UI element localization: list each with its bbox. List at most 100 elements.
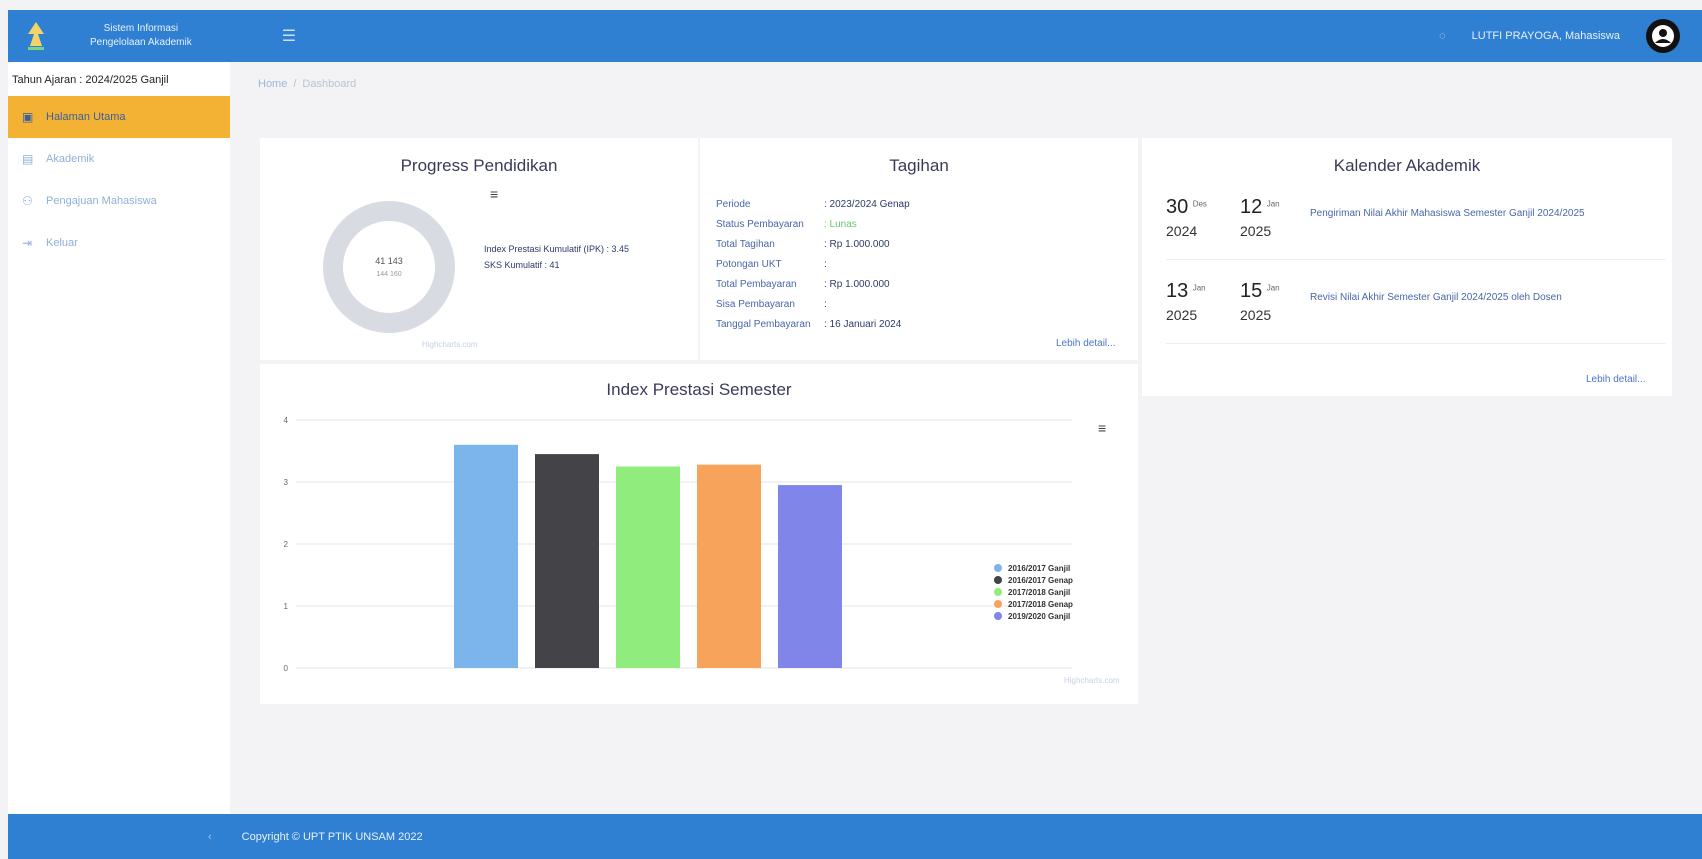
legend-item[interactable]: 2017/2018 Genap (1008, 600, 1073, 609)
tagihan-label: Total Tagihan (716, 238, 775, 250)
breadcrumb-current: Dashboard (302, 78, 357, 90)
sidebar-toggle-icon[interactable]: ☰ (282, 26, 296, 46)
donut-ring (323, 201, 455, 333)
tagihan-details: Periode : 2023/2024 Genap Status Pembayar… (716, 194, 910, 334)
top-navbar: Sistem Informasi Pengelolaan Akademik ☰ … (8, 10, 1702, 62)
event-start-year: 2024 (1166, 223, 1198, 239)
sidebar-item-label: Keluar (46, 237, 78, 249)
app-title-line2: Pengelolaan Akademik (90, 37, 192, 48)
legend-marker (994, 576, 1002, 584)
calendar-event: 30 Des 2024 12 Jan 2025 Pengiriman Nilai A… (1166, 196, 1666, 260)
y-tick-label: 1 (284, 602, 289, 611)
legend-marker (994, 612, 1002, 620)
app-title: Sistem Informasi Pengelolaan Akademik (90, 22, 192, 50)
bar[interactable] (535, 454, 599, 668)
sidebar: Tahun Ajaran : 2024/2025 Ganjil ▣ Halama… (8, 62, 230, 814)
tagihan-label: Status Pembayaran (716, 218, 804, 230)
logout-icon: ⇥ (22, 236, 33, 250)
chart-credits[interactable]: Highcharts.com (1064, 676, 1120, 685)
legend-marker (994, 588, 1002, 596)
event-description: Revisi Nilai Akhir Semester Ganjil 2024/… (1310, 292, 1562, 303)
event-start-day: 30 (1166, 196, 1189, 218)
legend-item[interactable]: 2017/2018 Ganjil (1008, 588, 1070, 597)
sidebar-item-akademik[interactable]: ▤ Akademik (8, 138, 230, 180)
sidebar-item-keluar[interactable]: ⇥ Keluar (8, 222, 230, 264)
progress-title: Progress Pendidikan (400, 156, 558, 175)
tagihan-more-link[interactable]: Lebih detail... (1056, 338, 1116, 349)
progress-pendidikan-card: Progress Pendidikan ≡ 41 143 144 160 Ind… (260, 138, 698, 360)
legend-item[interactable]: 2019/2020 Ganjil (1008, 612, 1070, 621)
event-description: Pengiriman Nilai Akhir Mahasiswa Semeste… (1310, 208, 1585, 219)
progress-donut: 41 143 144 160 (323, 201, 455, 333)
footer: ‹ Copyright © UPT PTIK UNSAM 2022 (8, 814, 1702, 859)
tagihan-title: Tagihan (889, 156, 949, 175)
breadcrumb-home[interactable]: Home (258, 78, 287, 90)
kalender-more-link[interactable]: Lebih detail... (1586, 374, 1646, 385)
breadcrumb: Home / Dashboard (258, 78, 357, 90)
user-avatar-icon[interactable] (1646, 19, 1680, 53)
app-title-line1: Sistem Informasi (103, 23, 179, 34)
ipk-text: Index Prestasi Kumulatif (IPK) : 3.45 (484, 244, 630, 254)
donut-line2: 144 160 (376, 271, 401, 278)
document-icon: ▤ (22, 152, 34, 166)
chevron-left-icon[interactable]: ‹ (208, 831, 212, 843)
payment-status-value: : Lunas (824, 218, 857, 230)
tagihan-label: Periode (716, 198, 751, 210)
ip-semester-chart: 0 1 2 3 4 2016/2017 Ganjil 2016/2017 Genap 2017… (284, 416, 1074, 673)
tagihan-label: Tanggal Pembayaran (716, 318, 811, 330)
bar[interactable] (697, 464, 761, 668)
tagihan-value: : 16 Januari 2024 (824, 318, 902, 330)
tagihan-label: Potongan UKT (716, 258, 782, 270)
tagihan-label: Total Pembayaran (716, 278, 797, 290)
calendar-event: 13 Jan 2025 15 Jan 2025 Revisi Nilai Akhir… (1166, 280, 1666, 344)
event-end-year: 2025 (1240, 223, 1272, 239)
legend-item[interactable]: 2016/2017 Ganjil (1008, 564, 1070, 573)
tagihan-value: : 2023/2024 Genap (824, 198, 910, 210)
main-content: Home / Dashboard Progress Pendidikan ≡ 41 … (230, 62, 1702, 814)
y-tick-label: 0 (284, 664, 289, 673)
event-start-month: Des (1192, 199, 1207, 209)
event-end-month: Jan (1266, 199, 1280, 209)
university-logo-icon (22, 18, 50, 54)
users-icon: ⚇ (22, 194, 33, 208)
academic-year-label: Tahun Ajaran : 2024/2025 Ganjil (12, 74, 169, 86)
event-start-year: 2025 (1166, 307, 1198, 323)
legend-marker (994, 564, 1002, 572)
sidebar-item-label: Halaman Utama (46, 111, 126, 123)
donut-line1: 41 143 (375, 256, 403, 266)
kalender-title: Kalender Akademik (1333, 156, 1481, 175)
copyright-text: Copyright © UPT PTIK UNSAM 2022 (241, 830, 423, 843)
tagihan-card: Tagihan Periode : 2023/2024 Genap Status … (700, 138, 1138, 360)
y-tick-label: 3 (284, 478, 289, 487)
sidebar-item-label: Pengajuan Mahasiswa (46, 195, 157, 207)
event-end-day: 15 (1240, 280, 1263, 302)
notification-icon[interactable]: ◌ (1439, 30, 1446, 42)
sidebar-item-pengajuan-mahasiswa[interactable]: ⚇ Pengajuan Mahasiswa (8, 180, 230, 222)
user-name[interactable]: LUTFI PRAYOGA, Mahasiswa (1472, 30, 1620, 42)
bar[interactable] (616, 466, 680, 669)
y-tick-label: 2 (284, 540, 289, 549)
legend-item[interactable]: 2016/2017 Genap (1008, 576, 1073, 585)
dashboard-icon: ▣ (22, 110, 34, 124)
chart-menu-icon[interactable]: ≡ (490, 186, 498, 202)
sidebar-item-halaman-utama[interactable]: ▣ Halaman Utama (8, 96, 230, 138)
kalender-akademik-card: Kalender Akademik 30 Des 2024 12 Jan 2025 … (1142, 138, 1672, 396)
event-end-day: 12 (1240, 196, 1263, 218)
tagihan-value: : (824, 298, 827, 310)
tagihan-value: : Rp 1.000.000 (824, 278, 890, 290)
y-tick-label: 4 (284, 416, 289, 425)
event-end-year: 2025 (1240, 307, 1272, 323)
bar[interactable] (778, 485, 842, 668)
index-prestasi-card: Index Prestasi Semester ≡ 0 1 2 3 4 2016/2017… (260, 364, 1138, 704)
sks-text: SKS Kumulatif : 41 (484, 260, 560, 270)
chart-credits[interactable]: Highcharts.com (422, 340, 478, 349)
sidebar-item-label: Akademik (46, 153, 95, 165)
tagihan-value: : Rp 1.000.000 (824, 238, 890, 250)
tagihan-label: Sisa Pembayaran (716, 298, 795, 310)
legend-marker (994, 600, 1002, 608)
event-end-month: Jan (1266, 283, 1280, 293)
event-start-day: 13 (1166, 280, 1189, 302)
tagihan-value: : (824, 258, 827, 270)
bar[interactable] (454, 444, 518, 668)
event-start-month: Jan (1192, 283, 1206, 293)
